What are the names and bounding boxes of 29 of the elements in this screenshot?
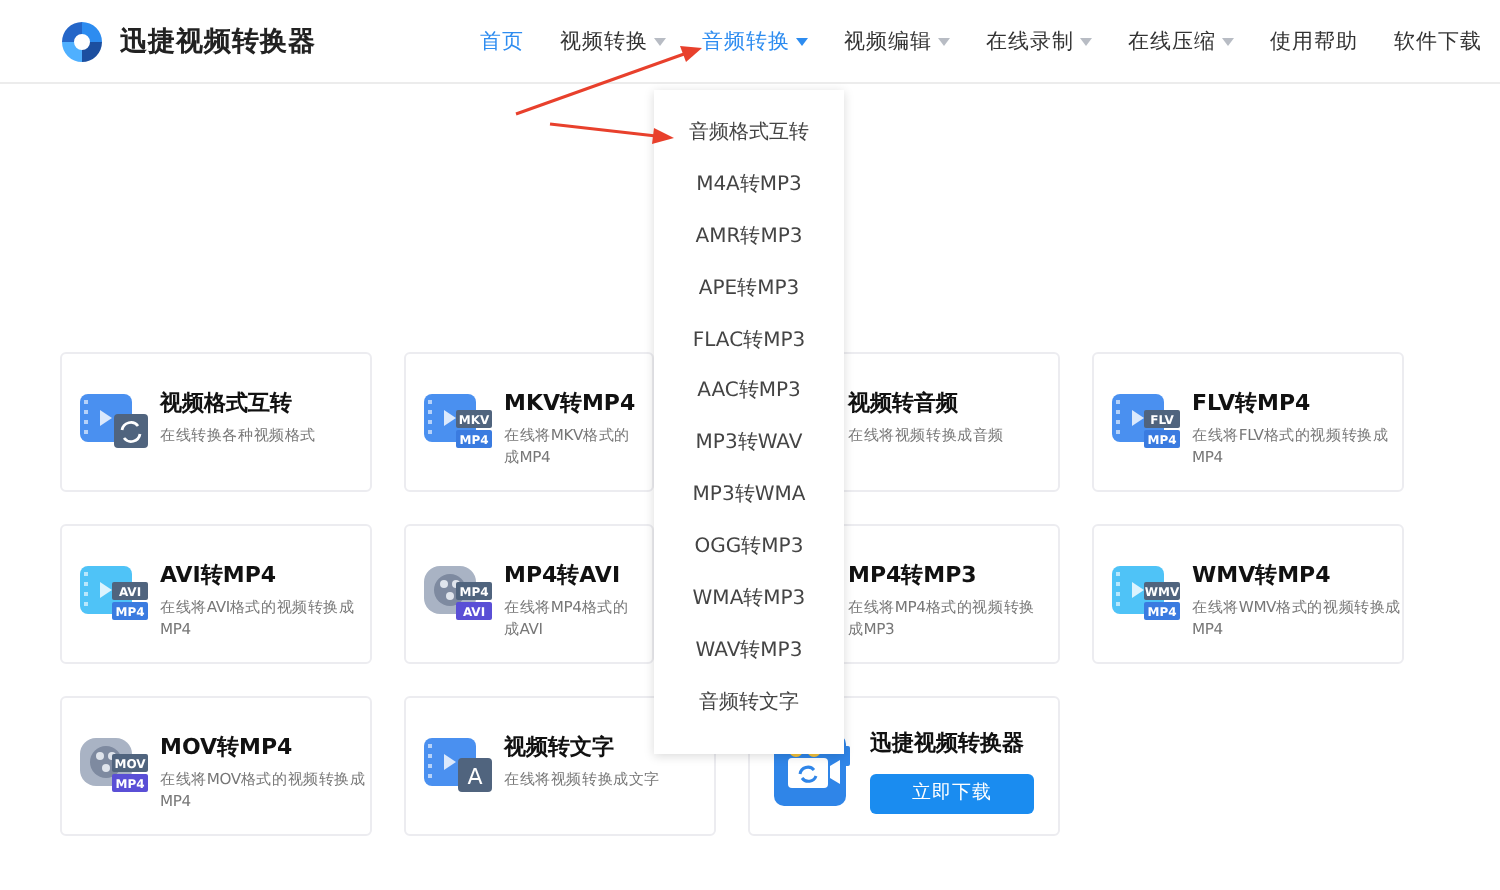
menu-item[interactable]: AMR转MP3 xyxy=(654,217,844,270)
card-title: 视频转音频 xyxy=(848,388,960,418)
card-title: MKV转MP4 xyxy=(504,388,636,418)
card-title: 视频转文字 xyxy=(504,732,616,762)
card-title: MP4转MP3 xyxy=(848,560,979,590)
card-title: MOV转MP4 xyxy=(160,732,295,762)
caret-icon xyxy=(1222,37,1234,45)
annotation-arrow xyxy=(549,122,674,144)
nav-link[interactable]: 在线录制 xyxy=(968,27,1110,55)
logo-icon xyxy=(60,19,104,63)
menu-item[interactable]: APE转MP3 xyxy=(654,269,844,322)
nav-link[interactable]: 在线压缩 xyxy=(1110,27,1252,55)
card-title: FLV转MP4 xyxy=(1192,388,1313,418)
caret-icon xyxy=(654,37,666,45)
nav-link[interactable]: 使用帮助 xyxy=(1252,27,1376,55)
card-title: AVI转MP4 xyxy=(160,560,279,590)
caret-icon xyxy=(938,37,950,45)
brand-name: 迅捷视频转换器 xyxy=(120,23,316,59)
card-title: 视频格式互转 xyxy=(160,388,294,418)
app-title: 迅捷视频转换器 xyxy=(870,727,1026,757)
caret-icon xyxy=(1080,37,1092,45)
card-title: WMV转MP4 xyxy=(1192,560,1333,590)
menu-item[interactable]: 音频格式互转 xyxy=(654,114,844,166)
card-title: MP4转AVI xyxy=(504,560,623,590)
caret-icon xyxy=(796,37,808,45)
nav-link[interactable]: 视频转换 xyxy=(542,27,684,55)
nav-link[interactable]: 视频编辑 xyxy=(826,27,968,55)
nav-link[interactable]: 软件下载 xyxy=(1376,27,1500,55)
menu-item[interactable]: M4A转MP3 xyxy=(654,165,844,218)
